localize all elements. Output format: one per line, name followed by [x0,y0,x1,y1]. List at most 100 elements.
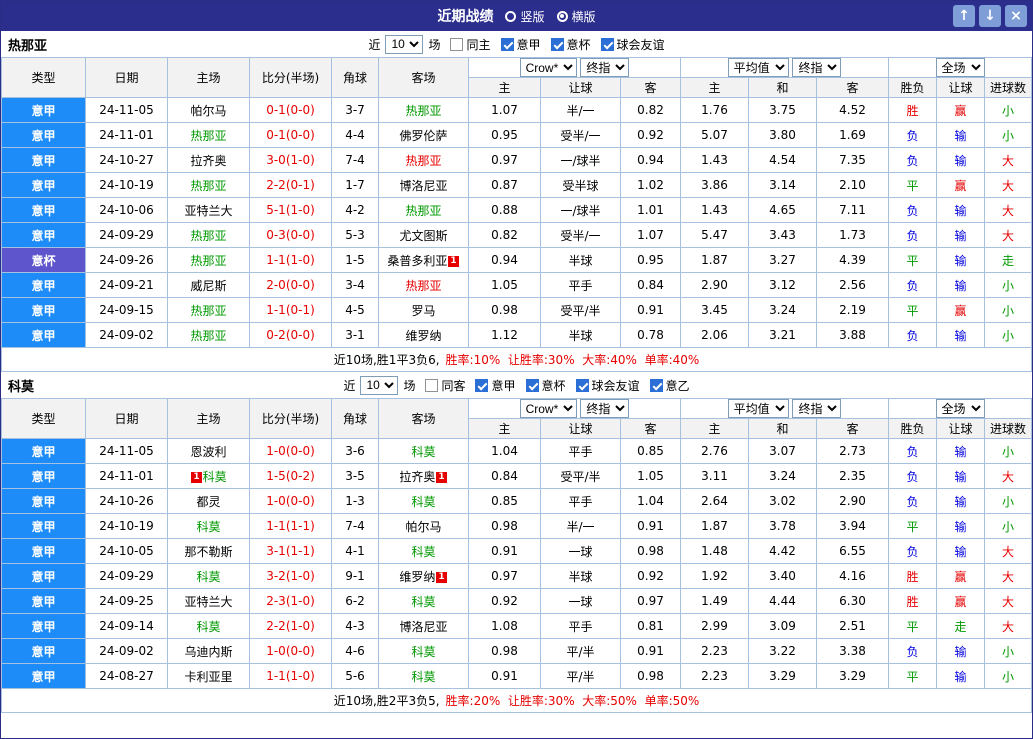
layout-radio-horizontal[interactable]: 横版 [556,8,596,25]
matches-table: 类型 日期 主场 比分(半场) 角球 客场 Crow* 终指 平均值 终指 全场… [1,398,1032,713]
match-row: 意甲 24-10-05 那不勒斯 3-1(1-1) 4-1 科莫 0.91 一球 0.98 1.4… [1,538,1032,564]
titlebar-buttons: ↑ ↓ × [953,5,1027,27]
team-name: 科莫 [196,519,221,534]
checkbox-checked-icon[interactable] [600,37,614,51]
date-cell: 24-08-27 [85,663,168,689]
games-unit-label: 场 [428,37,441,52]
checkbox-checked-icon[interactable] [575,378,589,392]
bookmaker-select[interactable]: Crow* [519,399,577,418]
filter-checkbox[interactable]: 意甲 [475,377,516,394]
away-team-cell: 桑普多利亚 1 [378,247,469,273]
match-row: 意甲 24-09-21 威尼斯 2-0(0-0) 3-4 热那亚 1.05 平手 0.84 2.9… [1,272,1032,298]
handicap-odds-group-header: Crow* 终指 [467,398,682,419]
move-up-button[interactable]: ↑ [953,5,975,27]
full-match-select[interactable]: 全场 [935,58,985,77]
filter-checkbox[interactable]: 意杯 [525,377,566,394]
corner-cell: 7-4 [331,513,379,539]
handicap-home-odds: 0.91 [468,538,541,564]
average-select[interactable]: 平均值 [727,58,789,77]
recent-games-select[interactable]: 10 [360,375,399,395]
handicap-home-odds: 0.97 [468,563,541,589]
avg-away-odds: 2.35 [816,463,890,489]
filter-checkbox[interactable]: 意乙 [649,377,690,394]
checkbox-unchecked-icon[interactable] [425,378,439,392]
competition-cell: 意甲 [1,488,86,514]
layout-radio-vertical[interactable]: 竖版 [505,8,545,25]
score-cell: 0-1(0-0) [249,97,332,123]
team-name: 桑普多利亚 [387,253,448,268]
avg-home-odds: 1.92 [680,563,750,589]
result-handicap: 输 [936,247,986,273]
filter-checkbox[interactable]: 同主 [450,36,491,53]
checkbox-checked-icon[interactable] [500,37,514,51]
radio-unselected-icon[interactable] [505,10,517,22]
match-row: 意甲 24-11-01 1 科莫 1-5(0-2) 3-5 拉齐奥 1 0.84 受平/半 1.05… [1,463,1032,489]
team-name: 科莫 [411,494,436,509]
team-name-label: 热那亚 [8,38,48,54]
handicap-home-odds: 1.04 [468,438,541,464]
summary-rates: 胜率:20% 让胜率:30% 大率:50% 单率:50% [445,694,700,708]
handicap-away-odds: 0.84 [619,272,682,298]
final-odds-select-2[interactable]: 终指 [792,58,842,77]
avg-draw-odds: 3.24 [748,463,818,489]
team-name: 乌迪内斯 [184,644,233,659]
avg-home-odds: 1.87 [680,247,750,273]
handicap-line: 一/球半 [540,147,621,173]
checkbox-unchecked-icon[interactable] [450,37,464,51]
recent-games-select[interactable]: 10 [385,34,424,54]
average-select[interactable]: 平均值 [727,399,789,418]
checkbox-checked-icon[interactable] [550,37,564,51]
team-name: 热那亚 [190,128,227,143]
bookmaker-select[interactable]: Crow* [519,58,577,77]
final-odds-select-1[interactable]: 终指 [580,399,630,418]
handicap-line: 受半/一 [540,122,621,148]
away-team-cell: 热那亚 [378,97,469,123]
checkbox-checked-icon[interactable] [649,378,663,392]
close-button[interactable]: × [1005,5,1027,27]
handicap-away-odds: 1.02 [619,172,682,198]
radio-selected-icon[interactable] [556,10,568,22]
filter-checkbox[interactable]: 球会友谊 [600,36,665,53]
games-unit-label: 场 [403,378,416,393]
home-team-cell: 热那亚 [167,322,250,348]
filter-checkbox[interactable]: 意杯 [550,36,591,53]
titlebar: 近期战绩 竖版 横版 ↑ ↓ × [1,1,1032,31]
avg-home-odds: 2.76 [680,438,750,464]
avg-away-odds: 6.30 [816,588,890,614]
summary-record: 近10场,胜1平3负6, [333,353,440,367]
near-label: 近 [343,378,356,393]
handicap-away-odds: 1.01 [619,197,682,223]
handicap-home-odds: 0.97 [468,147,541,173]
final-odds-select-1[interactable]: 终指 [580,58,630,77]
score-cell: 2-0(0-0) [249,272,332,298]
filter-checkbox[interactable]: 同客 [425,377,465,394]
full-match-select[interactable]: 全场 [935,399,985,418]
result-group-header: 全场 [888,398,1032,419]
filter-checkbox[interactable]: 球会友谊 [575,377,640,394]
avg-away-odds: 2.10 [816,172,890,198]
avg-home-odds: 1.87 [680,513,750,539]
match-row: 意甲 24-10-26 都灵 1-0(0-0) 1-3 科莫 0.85 平手 1.04 2.64 3… [1,488,1032,514]
avg-away-odds: 3.88 [816,322,890,348]
checkbox-checked-icon[interactable] [525,378,539,392]
avg-draw-odds: 3.24 [748,297,818,323]
subcol-away-odds: 客 [619,418,682,439]
result-goals: 小 [984,488,1032,514]
handicap-home-odds: 0.94 [468,247,541,273]
team-name: 亚特兰大 [184,594,233,609]
matches-table: 类型 日期 主场 比分(半场) 角球 客场 Crow* 终指 平均值 终指 全场… [1,57,1032,372]
result-wdl: 负 [888,122,938,148]
result-handicap: 输 [936,197,986,223]
result-wdl: 平 [888,247,938,273]
final-odds-select-2[interactable]: 终指 [792,399,842,418]
window-title: 近期战绩 [437,9,494,25]
result-goals: 大 [984,613,1032,639]
handicap-away-odds: 0.98 [619,663,682,689]
result-goals: 大 [984,147,1032,173]
checkbox-checked-icon[interactable] [475,378,489,392]
competition-cell: 意甲 [1,197,86,223]
filter-checkbox[interactable]: 意甲 [500,36,541,53]
move-down-button[interactable]: ↓ [979,5,1001,27]
home-team-cell: 恩波利 [167,438,250,464]
avg-draw-odds: 4.42 [748,538,818,564]
